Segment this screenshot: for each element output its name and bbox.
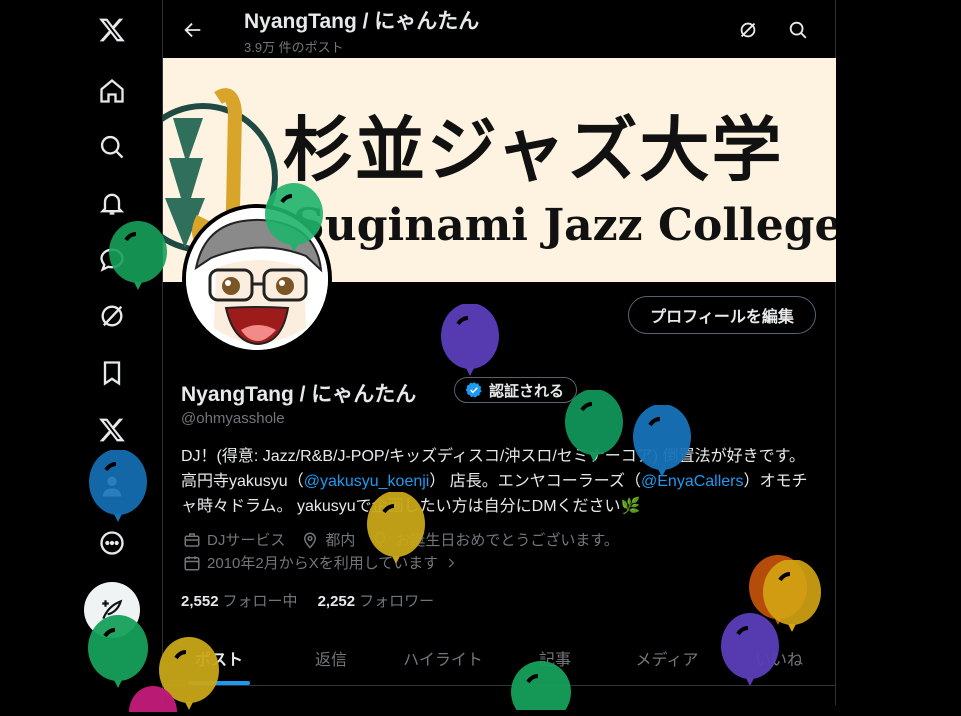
bookmark-icon[interactable]: [88, 349, 136, 397]
avatar-cartoon-face-icon: [186, 208, 328, 350]
followers-count: 2,252: [317, 593, 356, 610]
notifications-bell-icon[interactable]: [88, 179, 136, 227]
profile-location: 都内: [325, 532, 356, 549]
tab-replies[interactable]: 返信: [275, 630, 387, 685]
profile-name: NyangTang / にゃんたん: [181, 383, 417, 406]
profile-joined-row[interactable]: 2010年2月からXを利用しています: [183, 552, 458, 573]
banner-title-en: Suginami Jazz College: [293, 200, 836, 251]
tab-posts[interactable]: ポスト: [163, 630, 275, 685]
following-link[interactable]: 2,552 フォロー中: [181, 590, 298, 611]
bio-text: ） 店長。エンヤコーラーズ（: [429, 473, 641, 490]
profile-handle: @ohmyasshole: [181, 410, 285, 427]
profile-joined: 2010年2月からXを利用しています: [207, 555, 439, 572]
profile-bio: DJ！(得意: Jazz/R&B/J-POP/キッズディスコ/沖スロ/セミナーコ…: [181, 444, 813, 519]
x-logo-icon[interactable]: [88, 6, 136, 54]
grok-icon[interactable]: [88, 292, 136, 340]
tab-articles[interactable]: 記事: [499, 630, 611, 685]
more-options-icon[interactable]: [88, 519, 136, 567]
profile-column: NyangTang / にゃんたん 3.9万 件のポスト 杉並ジャズ大学 Sug…: [162, 0, 836, 705]
bio-mention-link[interactable]: @yakusyu_koenji: [304, 473, 430, 490]
get-verified-button[interactable]: 認証される: [454, 377, 578, 403]
verified-badge-icon: [465, 382, 482, 398]
calendar-icon: [184, 555, 200, 570]
profile-header: NyangTang / にゃんたん 3.9万 件のポスト: [163, 0, 835, 57]
sidebar-nav: [0, 0, 163, 705]
bio-mention-link[interactable]: @EnyaCallers: [641, 473, 744, 490]
follow-stats: 2,552 フォロー中 2,252 フォロワー: [181, 590, 434, 611]
balloon-birthday-icon: [375, 531, 386, 547]
location-pin-icon: [304, 532, 317, 549]
tab-highlights[interactable]: ハイライト: [387, 630, 499, 685]
back-arrow-icon[interactable]: [177, 14, 209, 46]
banner-title-jp: 杉並ジャズ大学: [283, 108, 784, 191]
premium-x-icon[interactable]: [88, 406, 136, 454]
followers-link[interactable]: 2,252 フォロワー: [318, 590, 435, 611]
home-icon[interactable]: [88, 67, 136, 115]
following-count: 2,552: [181, 593, 219, 610]
messages-icon[interactable]: [88, 235, 136, 283]
search-icon[interactable]: [88, 123, 136, 171]
profile-meta-row: DJサービス 都内 お誕生日おめでとうございます。: [183, 529, 619, 550]
compose-post-button[interactable]: [84, 582, 140, 638]
profile-birthday: お誕生日おめでとうございます。: [395, 532, 619, 549]
following-label: フォロー中: [222, 593, 298, 610]
followers-label: フォロワー: [359, 593, 435, 610]
briefcase-icon: [184, 532, 200, 547]
profile-icon[interactable]: [88, 462, 136, 510]
tab-likes[interactable]: いいね: [723, 630, 835, 685]
profile-tabs: ポスト 返信 ハイライト 記事 メディア いいね: [163, 630, 835, 686]
post-count: 3.9万 件のポスト: [244, 40, 344, 55]
header-title: NyangTang / にゃんたん: [244, 10, 480, 33]
verified-label: 認証される: [489, 382, 565, 400]
edit-profile-button[interactable]: プロフィールを編集: [628, 296, 816, 334]
search-icon[interactable]: [782, 14, 814, 46]
tab-media[interactable]: メディア: [611, 630, 723, 685]
grok-icon[interactable]: [732, 14, 764, 46]
profile-category: DJサービス: [207, 532, 286, 549]
compose-feather-icon: [102, 599, 123, 620]
chevron-right-icon: [449, 558, 455, 567]
avatar[interactable]: [182, 204, 332, 354]
